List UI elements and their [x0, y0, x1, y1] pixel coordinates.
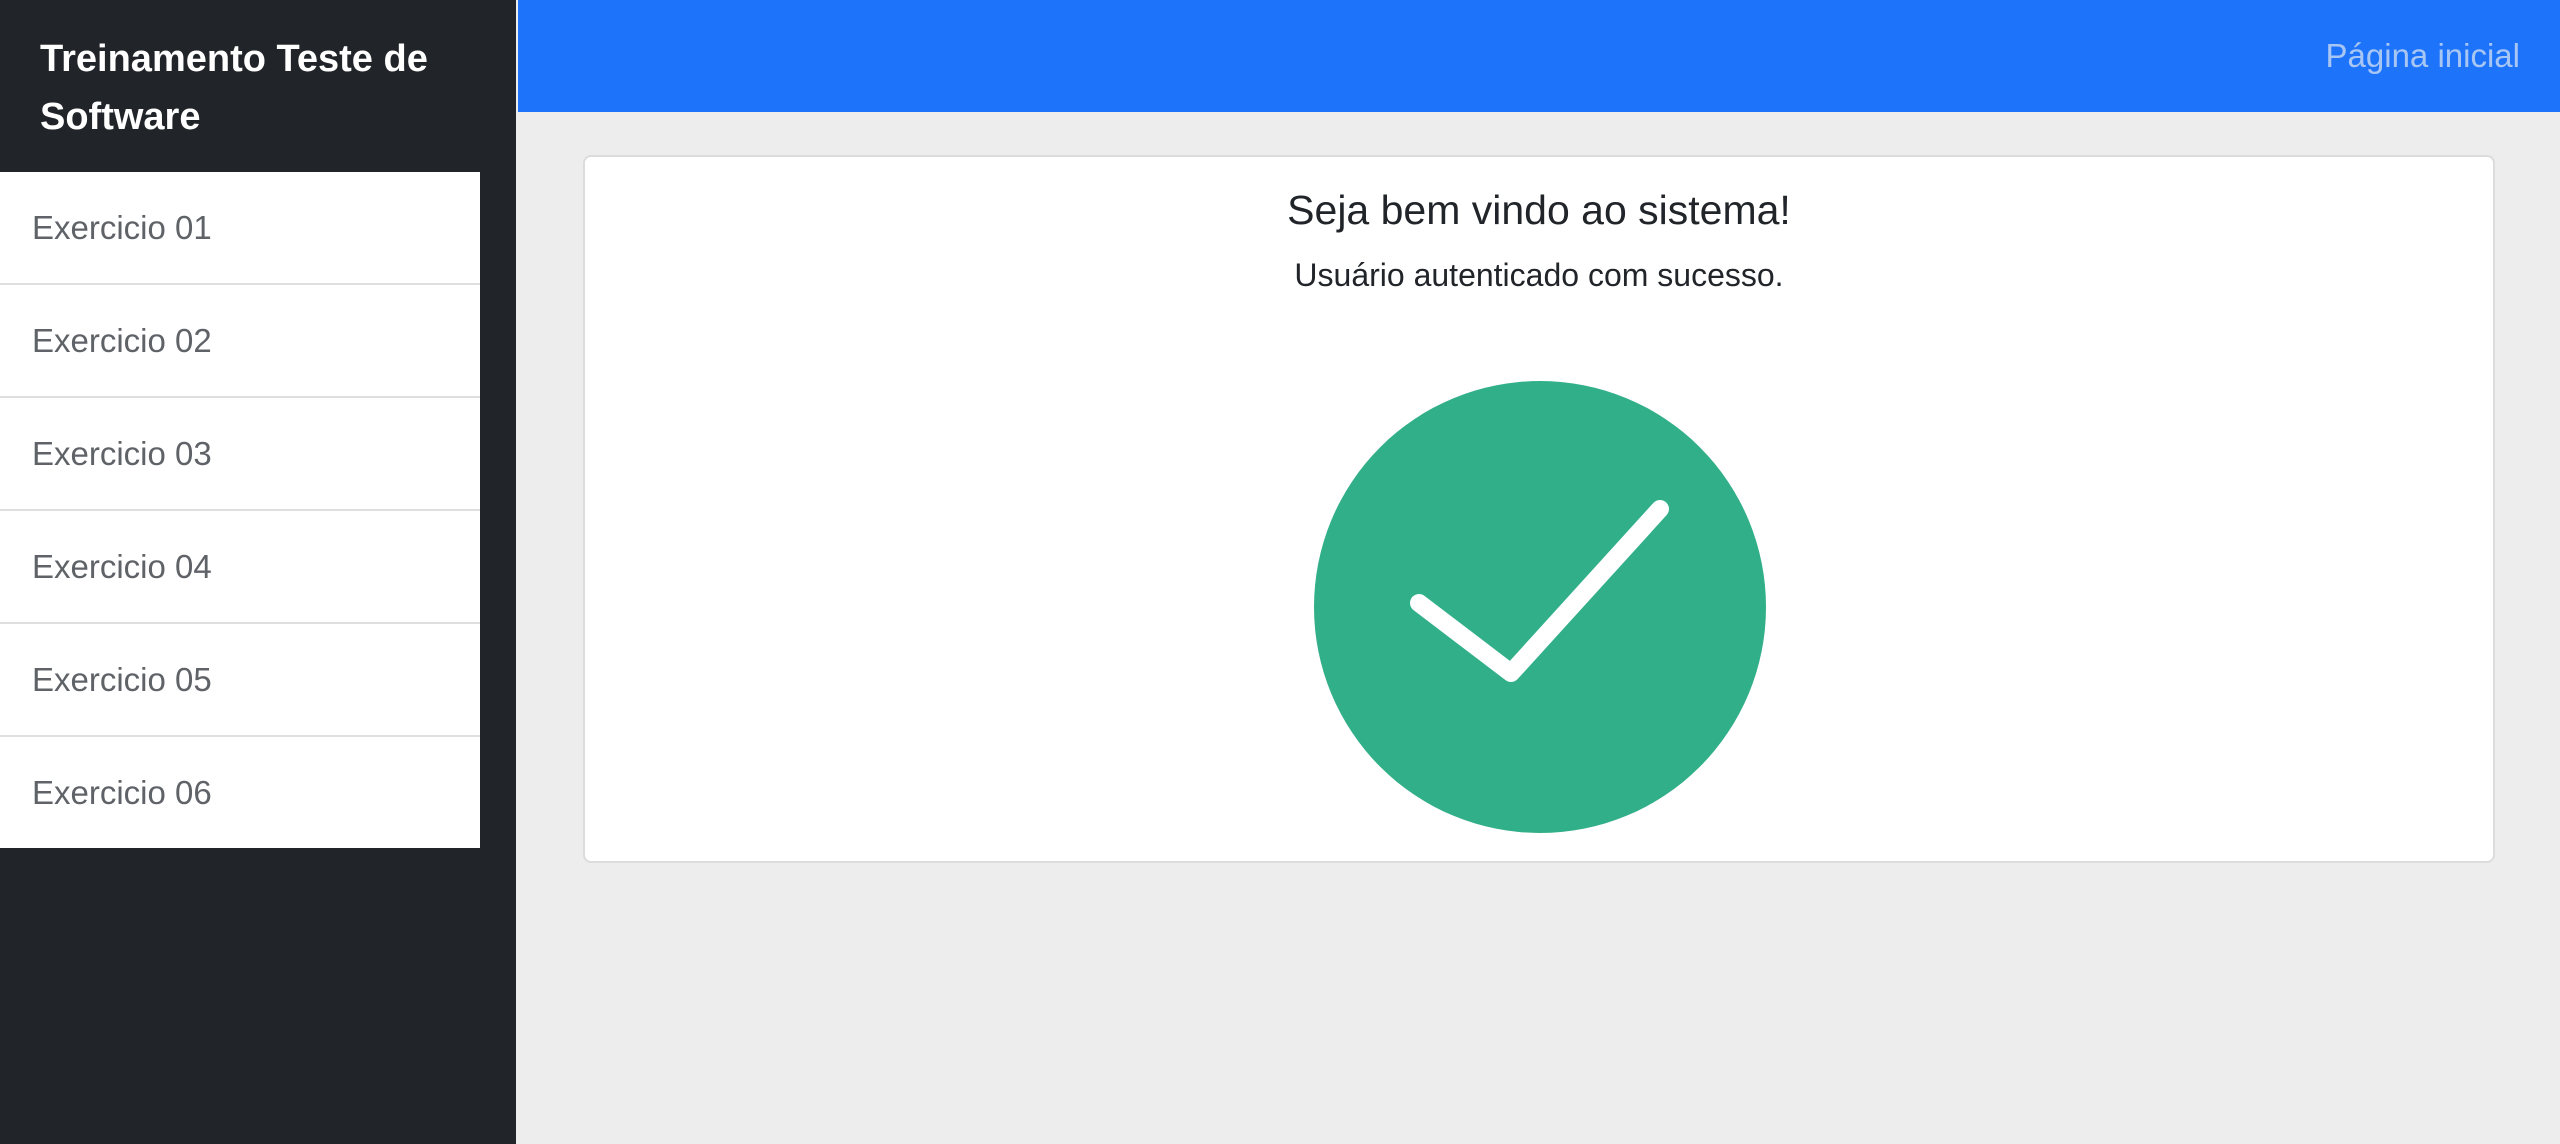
home-link[interactable]: Página inicial: [2326, 0, 2520, 112]
auth-success-message: Usuário autenticado com sucesso.: [1294, 257, 1784, 293]
sidebar-item-exercicio-01[interactable]: Exercicio 01: [0, 172, 480, 285]
sidebar-item-exercicio-05[interactable]: Exercicio 05: [0, 624, 480, 737]
top-navbar: Página inicial: [518, 0, 2560, 112]
sidebar: Treinamento Teste de Software Exercicio …: [0, 0, 516, 1144]
sidebar-menu: Exercicio 01 Exercicio 02 Exercicio 03 E…: [0, 172, 480, 848]
sidebar-item-exercicio-02[interactable]: Exercicio 02: [0, 285, 480, 398]
sidebar-item-exercicio-04[interactable]: Exercicio 04: [0, 511, 480, 624]
welcome-card: Seja bem vindo ao sistema! Usuário auten…: [583, 155, 2495, 863]
sidebar-item-exercicio-06[interactable]: Exercicio 06: [0, 737, 480, 848]
brand-title: Treinamento Teste de Software: [40, 38, 428, 138]
page-title: Seja bem vindo ao sistema!: [1287, 187, 1791, 233]
check-circle-icon: [1314, 381, 1766, 833]
sidebar-item-exercicio-03[interactable]: Exercicio 03: [0, 398, 480, 511]
